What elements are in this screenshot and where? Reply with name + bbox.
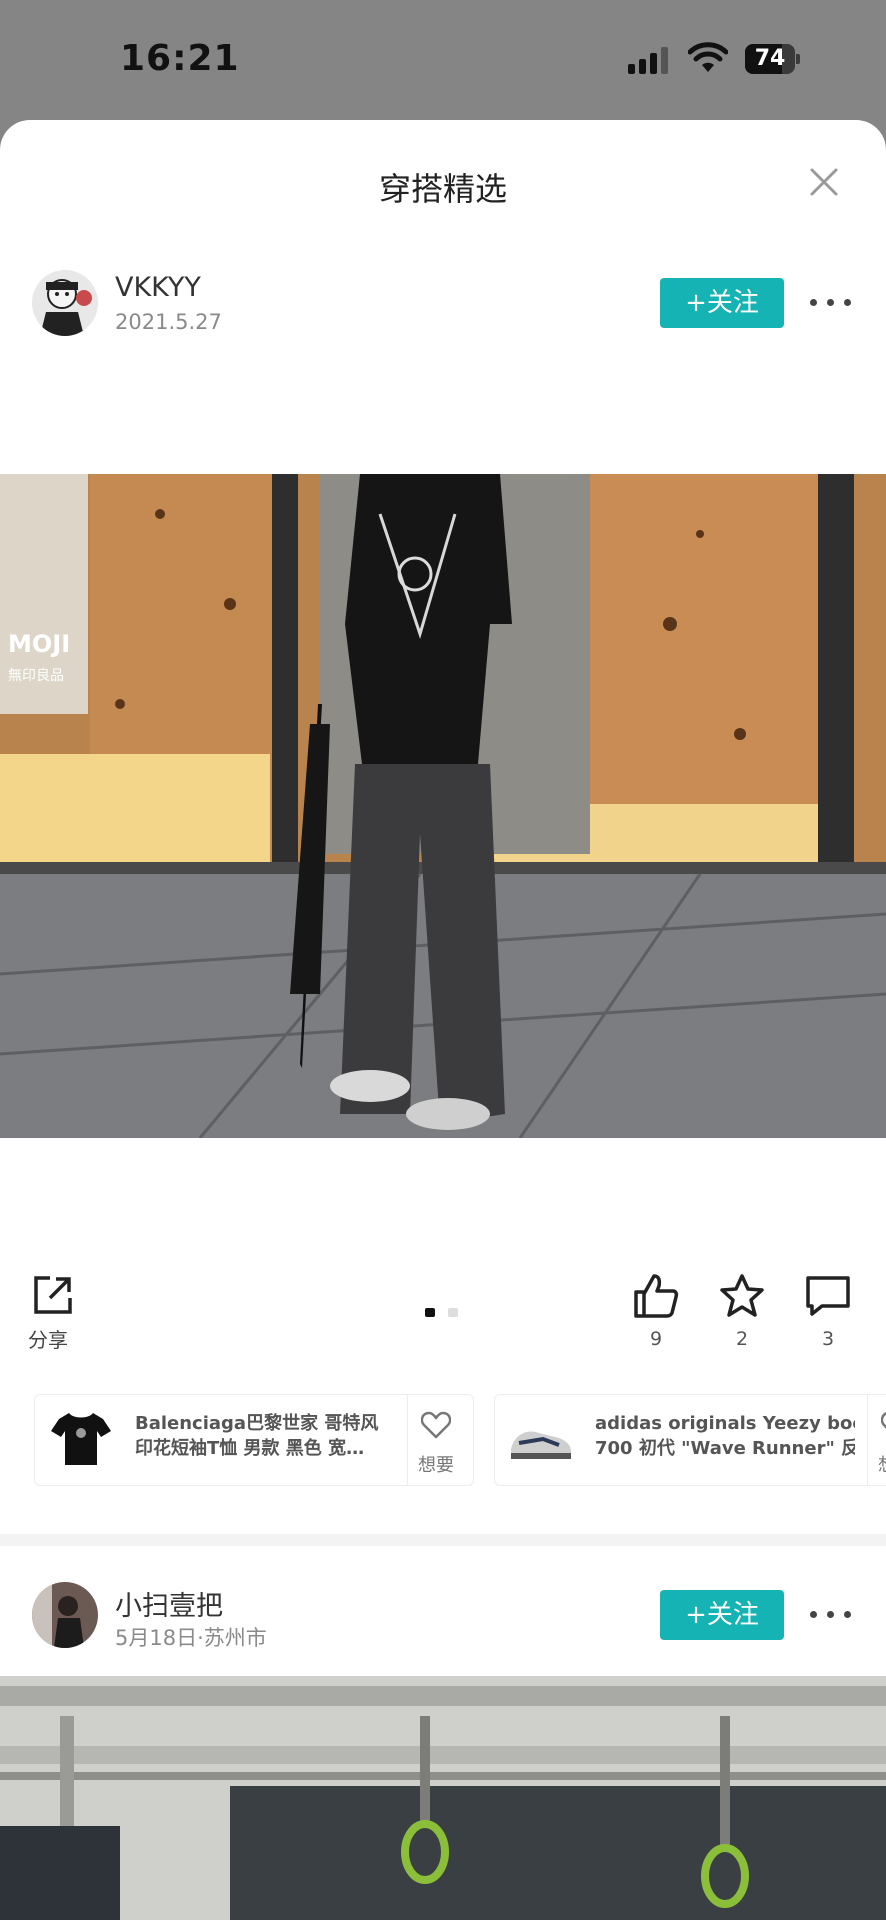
username[interactable]: VKKYY	[115, 272, 201, 303]
post-photo[interactable]	[0, 1676, 886, 1920]
comment-count: 3	[821, 1328, 835, 1350]
share-icon[interactable]	[28, 1272, 76, 1320]
wifi-icon	[688, 42, 728, 72]
post-date: 2021.5.27	[115, 310, 222, 334]
follow-button[interactable]: +关注	[660, 1590, 784, 1640]
svg-text:MOJI: MOJI	[8, 630, 70, 658]
close-icon[interactable]	[804, 162, 844, 202]
like-count: 9	[649, 1328, 663, 1350]
avatar[interactable]	[32, 1582, 98, 1648]
want-label: 想要	[868, 1451, 886, 1477]
product-name: Balenciaga巴黎世家 哥特风 印花短袖T恤 男款 黑色 宽…	[135, 1413, 379, 1459]
more-icon[interactable]	[810, 290, 858, 314]
status-bar: 16:21 74	[0, 0, 886, 120]
sneaker-thumbnail	[511, 1431, 571, 1459]
heart-icon	[881, 1412, 886, 1429]
svg-text:無印良品: 無印良品	[8, 668, 64, 684]
outfit-sheet: 穿搭精选 VKKYY 2021.5.27 +关注 MOJI 無印良品 分享 9 …	[0, 120, 886, 1920]
want-button[interactable]: 想要	[867, 1395, 886, 1485]
avatar[interactable]	[32, 270, 98, 336]
follow-button[interactable]: +关注	[660, 278, 784, 328]
product-card[interactable]: Balenciaga巴黎世家 哥特风 印花短袖T恤 男款 黑色 宽… 想要	[34, 1394, 474, 1486]
post-header: VKKYY 2021.5.27 +关注	[0, 270, 886, 350]
post-actions: 分享 9 2 3	[0, 1272, 886, 1372]
favorite-count: 2	[735, 1328, 749, 1350]
post-date-location: 5月18日·苏州市	[115, 1626, 267, 1650]
want-label: 想要	[418, 1455, 454, 1476]
post-divider	[0, 1534, 886, 1546]
heart-icon	[421, 1411, 451, 1439]
product-card[interactable]: adidas originals Yeezy boost 700 初代 "Wav…	[494, 1394, 886, 1486]
share-label[interactable]: 分享	[28, 1324, 68, 1353]
sheet-title: 穿搭精选	[378, 170, 507, 208]
post-header: 小扫壹把 5月18日·苏州市 +关注	[0, 1582, 886, 1662]
post-photo[interactable]: MOJI 無印良品	[0, 474, 886, 1138]
username[interactable]: 小扫壹把	[115, 1584, 223, 1623]
battery-text: 74	[754, 46, 786, 71]
comment-icon[interactable]	[804, 1272, 852, 1320]
product-name: adidas originals Yeezy boost 700 初代 "Wav…	[595, 1413, 855, 1459]
star-icon[interactable]	[718, 1272, 766, 1320]
battery-icon: 74	[745, 44, 801, 74]
status-time: 16:21	[120, 38, 240, 79]
signal-icon	[628, 46, 672, 74]
more-icon[interactable]	[810, 1602, 858, 1626]
image-page-indicator	[425, 1308, 461, 1318]
tshirt-thumbnail	[51, 1413, 111, 1465]
thumbs-up-icon[interactable]	[632, 1272, 680, 1320]
want-button[interactable]: 想要	[407, 1395, 464, 1485]
